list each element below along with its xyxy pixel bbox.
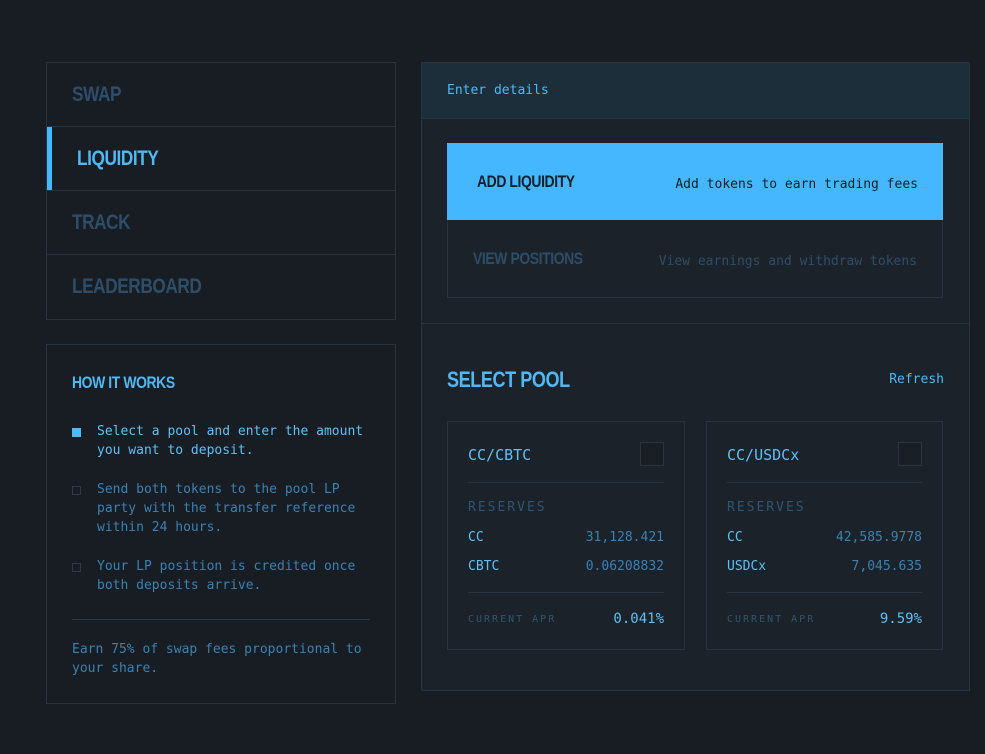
apr-label: CURRENT APR — [468, 613, 557, 625]
divider — [727, 592, 922, 593]
apr-value: 9.59% — [879, 611, 922, 627]
reserve-row: USDCx 7,045.635 — [727, 559, 922, 574]
step-inactive-indicator-icon — [72, 563, 81, 572]
reserve-value: 31,128.421 — [585, 530, 664, 545]
step-text: Select a pool and enter the amount you w… — [97, 424, 364, 458]
main-nav: SWAP LIQUIDITY TRACK LEADERBOARD — [46, 62, 396, 320]
reserve-row: CC 42,585.9778 — [727, 530, 922, 545]
apr-row: CURRENT APR 0.041% — [468, 611, 664, 627]
panel-header: Enter details — [422, 63, 969, 119]
reserve-token: CC — [727, 530, 743, 545]
apr-value: 0.041% — [613, 611, 664, 627]
nav-item-leaderboard[interactable]: LEADERBOARD — [47, 255, 395, 319]
pool-select-checkbox[interactable] — [898, 442, 922, 466]
divider — [72, 619, 370, 620]
nav-item-label: LEADERBOARD — [72, 275, 202, 298]
reserve-row: CC 31,128.421 — [468, 530, 664, 545]
nav-item-label: TRACK — [72, 210, 131, 234]
option-description: Add tokens to earn trading fees — [675, 177, 918, 192]
add-liquidity-option[interactable]: ADD LIQUIDITY Add tokens to earn trading… — [447, 143, 943, 220]
divider — [468, 482, 664, 483]
nav-item-label: SWAP — [72, 82, 122, 106]
pool-card-cc-cbtc[interactable]: CC/CBTC RESERVES CC 31,128.421 CBTC 0.06… — [447, 421, 685, 650]
option-description: View earnings and withdraw tokens — [658, 254, 917, 269]
view-positions-option[interactable]: VIEW POSITIONS View earnings and withdra… — [447, 220, 943, 298]
reserve-value: 0.06208832 — [585, 559, 664, 574]
nav-item-liquidity[interactable]: LIQUIDITY — [47, 127, 395, 191]
pool-select-checkbox[interactable] — [640, 442, 664, 466]
reserve-value: 7,045.635 — [851, 559, 922, 574]
nav-item-label: LIQUIDITY — [77, 146, 159, 170]
pool-name: CC/CBTC — [468, 446, 532, 464]
select-pool-title: SELECT POOL — [447, 367, 597, 393]
divider — [422, 323, 969, 324]
select-pool-title-text: SELECT POOL — [447, 367, 570, 392]
nav-item-track[interactable]: TRACK — [47, 191, 395, 255]
step-item: Your LP position is credited once both d… — [72, 557, 375, 595]
divider — [727, 482, 922, 483]
reserves-label: RESERVES — [727, 500, 806, 515]
reserve-token: USDCx — [727, 559, 767, 574]
option-title: VIEW POSITIONS — [473, 248, 583, 268]
panel-header-title: Enter details — [447, 83, 549, 98]
pool-name: CC/USDCx — [727, 446, 800, 464]
divider — [468, 592, 664, 593]
refresh-button[interactable]: Refresh — [889, 372, 944, 387]
option-title: ADD LIQUIDITY — [477, 171, 575, 191]
liquidity-panel: Enter details ADD LIQUIDITY Add tokens t… — [421, 62, 970, 691]
step-text: Send both tokens to the pool LP party wi… — [97, 482, 356, 535]
reserve-token: CBTC — [468, 559, 500, 574]
reserve-value: 42,585.9778 — [835, 530, 922, 545]
apr-label: CURRENT APR — [727, 613, 816, 625]
reserve-row: CBTC 0.06208832 — [468, 559, 664, 574]
how-it-works-title: HOW IT WORKS — [72, 373, 197, 393]
reserve-token: CC — [468, 530, 484, 545]
step-text: Your LP position is credited once both d… — [97, 559, 356, 593]
how-it-works-footer: Earn 75% of swap fees proportional to yo… — [72, 642, 362, 676]
how-it-works-card: HOW IT WORKS Select a pool and enter the… — [46, 344, 396, 704]
step-active-indicator-icon — [72, 428, 81, 437]
step-inactive-indicator-icon — [72, 486, 81, 495]
pool-card-cc-usdcx[interactable]: CC/USDCx RESERVES CC 42,585.9778 USDCx 7… — [706, 421, 943, 650]
step-item: Send both tokens to the pool LP party wi… — [72, 480, 375, 537]
step-item: Select a pool and enter the amount you w… — [72, 422, 375, 460]
how-it-works-title-text: HOW IT WORKS — [72, 373, 175, 392]
nav-item-swap[interactable]: SWAP — [47, 63, 395, 127]
apr-row: CURRENT APR 9.59% — [727, 611, 922, 627]
reserves-label: RESERVES — [468, 500, 547, 515]
